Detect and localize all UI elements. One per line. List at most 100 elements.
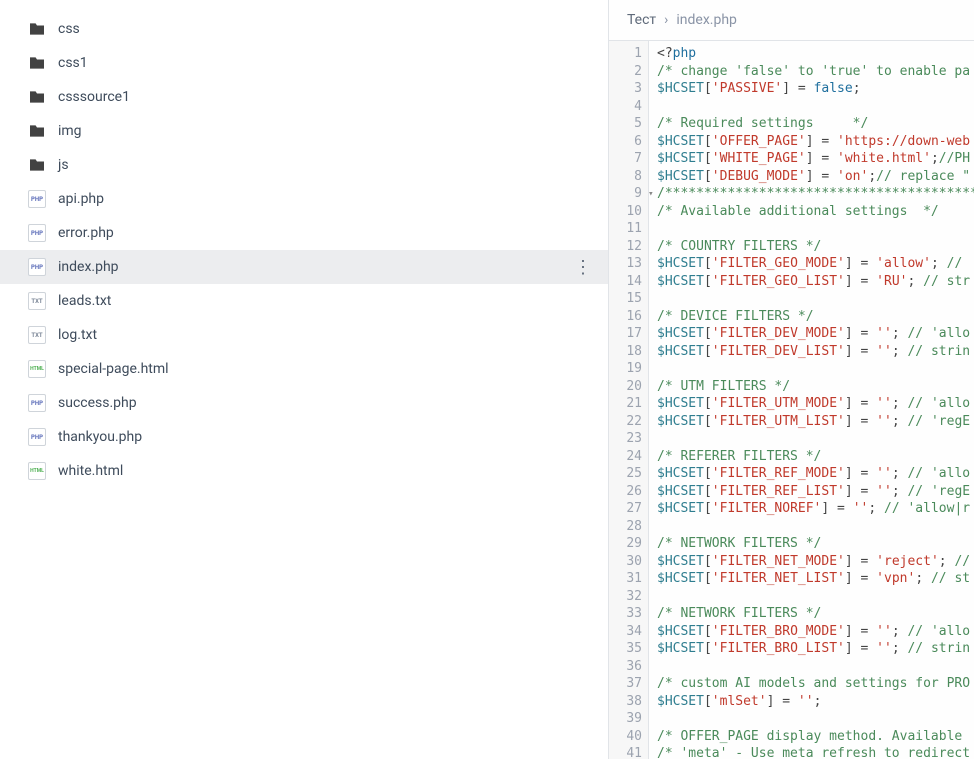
line-gutter: 1234567891011121314151617181920212223242… [609, 41, 649, 759]
code-line[interactable]: $HCSET['FILTER_BRO_MODE'] = ''; // 'allo [657, 623, 974, 641]
folder-icon [28, 54, 46, 72]
editor-pane: Тест › index.php 12345678910111213141516… [608, 0, 974, 759]
code-line[interactable]: /* NETWORK FILTERS */ [657, 535, 974, 553]
code-line[interactable]: $HCSET['DEBUG_MODE'] = 'on';// replace " [657, 168, 974, 186]
folder-icon [28, 156, 46, 174]
file-actions-icon[interactable]: ⋮ [574, 257, 592, 278]
file-item-special-page-html[interactable]: HTMLspecial-page.html [0, 352, 608, 386]
code-line[interactable]: $HCSET['FILTER_BRO_LIST'] = ''; // strin [657, 640, 974, 658]
code-line[interactable]: /* DEVICE FILTERS */ [657, 308, 974, 326]
line-number: 31 [609, 570, 642, 588]
file-item-leads-txt[interactable]: TXTleads.txt [0, 284, 608, 318]
file-item-js[interactable]: js [0, 148, 608, 182]
breadcrumb-current: index.php [676, 12, 737, 28]
line-number: 32 [609, 588, 642, 606]
file-item-success-php[interactable]: PHP success.php [0, 386, 608, 420]
code-line[interactable]: <?php [657, 45, 974, 63]
code-line[interactable]: $HCSET['mlSet'] = ''; [657, 693, 974, 711]
line-number: 22 [609, 413, 642, 431]
code-line[interactable]: $HCSET['FILTER_REF_MODE'] = ''; // 'allo [657, 465, 974, 483]
file-name-label: white.html [58, 463, 123, 479]
file-item-white-html[interactable]: HTML white.html [0, 454, 608, 488]
file-item-thankyou-php[interactable]: PHP thankyou.php [0, 420, 608, 454]
code-line[interactable] [657, 710, 974, 728]
code-line[interactable]: $HCSET['FILTER_REF_LIST'] = ''; // 'regE [657, 483, 974, 501]
line-number: 6 [609, 133, 642, 151]
code-line[interactable]: /* NETWORK FILTERS */ [657, 605, 974, 623]
file-item-log-txt[interactable]: TXTlog.txt [0, 318, 608, 352]
code-line[interactable]: $HCSET['PASSIVE'] = false; [657, 80, 974, 98]
code-line[interactable]: $HCSET['OFFER_PAGE'] = 'https://down-web [657, 133, 974, 151]
code-line[interactable]: /* 'meta' - Use meta refresh to redirect [657, 745, 974, 759]
txt-file-icon: TXT [28, 326, 46, 344]
code-line[interactable] [657, 658, 974, 676]
php-file-icon: PHP [28, 224, 46, 242]
code-line[interactable] [657, 588, 974, 606]
code-line[interactable]: /* REFERER FILTERS */ [657, 448, 974, 466]
file-item-css1[interactable]: css1 [0, 46, 608, 80]
code-line[interactable] [657, 290, 974, 308]
line-number: 40 [609, 728, 642, 746]
code-line[interactable]: $HCSET['FILTER_DEV_LIST'] = ''; // strin [657, 343, 974, 361]
file-name-label: css [58, 21, 80, 37]
code-line[interactable]: /* Available additional settings */ [657, 203, 974, 221]
line-number: 34 [609, 623, 642, 641]
file-item-csssource1[interactable]: csssource1 [0, 80, 608, 114]
breadcrumb: Тест › index.php [609, 0, 974, 41]
file-name-label: index.php [58, 259, 119, 275]
line-number: 16 [609, 308, 642, 326]
html-file-icon: HTML [28, 462, 46, 480]
code-line[interactable]: $HCSET['FILTER_UTM_MODE'] = ''; // 'allo [657, 395, 974, 413]
folder-icon [28, 20, 46, 38]
line-number: 24 [609, 448, 642, 466]
code-line[interactable]: $HCSET['FILTER_DEV_MODE'] = ''; // 'allo [657, 325, 974, 343]
app-root: css css1 csssource1 imgjsPHPapi.php PHP error… [0, 0, 974, 759]
file-name-label: leads.txt [58, 293, 111, 309]
code-line[interactable] [657, 430, 974, 448]
file-tree[interactable]: css css1 csssource1 imgjsPHPapi.php PHP error… [0, 0, 608, 759]
php-file-icon: PHP [28, 428, 46, 446]
line-number: 21 [609, 395, 642, 413]
line-number: 8 [609, 168, 642, 186]
code-line[interactable]: /***************************************… [657, 185, 974, 203]
folder-icon [28, 122, 46, 140]
code-line[interactable]: $HCSET['FILTER_GEO_LIST'] = 'RU'; // str [657, 273, 974, 291]
code-line[interactable] [657, 518, 974, 536]
line-number: 35 [609, 640, 642, 658]
php-file-icon: PHP [28, 394, 46, 412]
line-number: 25 [609, 465, 642, 483]
code-line[interactable]: /* custom AI models and settings for PRO [657, 675, 974, 693]
code-content[interactable]: <?php/* change 'false' to 'true' to enab… [649, 41, 974, 759]
code-line[interactable]: $HCSET['FILTER_GEO_MODE'] = 'allow'; // [657, 255, 974, 273]
file-item-css[interactable]: css [0, 12, 608, 46]
code-line[interactable]: $HCSET['FILTER_NET_LIST'] = 'vpn'; // st [657, 570, 974, 588]
file-name-label: thankyou.php [58, 429, 142, 445]
line-number: 14 [609, 273, 642, 291]
line-number: 10 [609, 203, 642, 221]
line-number: 1 [609, 45, 642, 63]
code-line[interactable]: $HCSET['FILTER_UTM_LIST'] = ''; // 'regE [657, 413, 974, 431]
code-line[interactable]: /* OFFER_PAGE display method. Available [657, 728, 974, 746]
code-line[interactable]: /* COUNTRY FILTERS */ [657, 238, 974, 256]
code-line[interactable]: $HCSET['WHITE_PAGE'] = 'white.html';//PH [657, 150, 974, 168]
code-line[interactable] [657, 98, 974, 116]
breadcrumb-root[interactable]: Тест [627, 12, 656, 28]
file-name-label: css1 [58, 55, 88, 71]
file-item-img[interactable]: img [0, 114, 608, 148]
code-line[interactable]: /* Required settings */ [657, 115, 974, 133]
file-name-label: csssource1 [58, 89, 130, 105]
code-line[interactable]: /* UTM FILTERS */ [657, 378, 974, 396]
code-line[interactable] [657, 220, 974, 238]
line-number: 30 [609, 553, 642, 571]
code-editor[interactable]: 1234567891011121314151617181920212223242… [609, 41, 974, 759]
code-line[interactable]: $HCSET['FILTER_NOREF'] = ''; // 'allow|r [657, 500, 974, 518]
file-item-api-php[interactable]: PHPapi.php [0, 182, 608, 216]
file-name-label: error.php [58, 225, 114, 241]
file-item-index-php[interactable]: PHPindex.php⋮ [0, 250, 608, 284]
file-name-label: success.php [58, 395, 137, 411]
file-name-label: special-page.html [58, 361, 169, 377]
code-line[interactable]: /* change 'false' to 'true' to enable pa [657, 63, 974, 81]
file-item-error-php[interactable]: PHP error.php [0, 216, 608, 250]
code-line[interactable]: $HCSET['FILTER_NET_MODE'] = 'reject'; // [657, 553, 974, 571]
code-line[interactable] [657, 360, 974, 378]
